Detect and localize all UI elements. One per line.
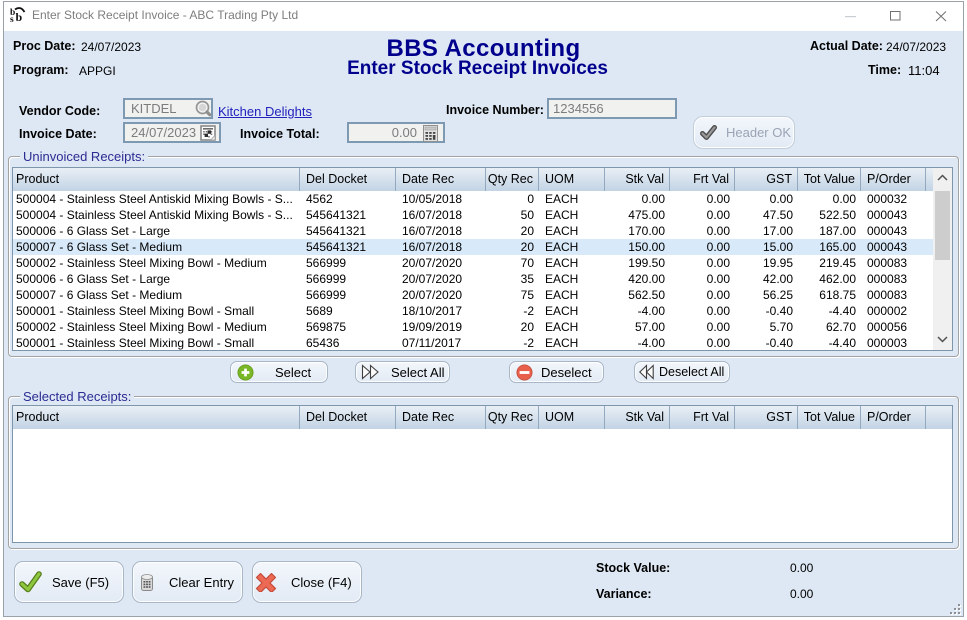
svg-text:b: b [16, 10, 23, 23]
svg-text:s: s [10, 15, 14, 23]
